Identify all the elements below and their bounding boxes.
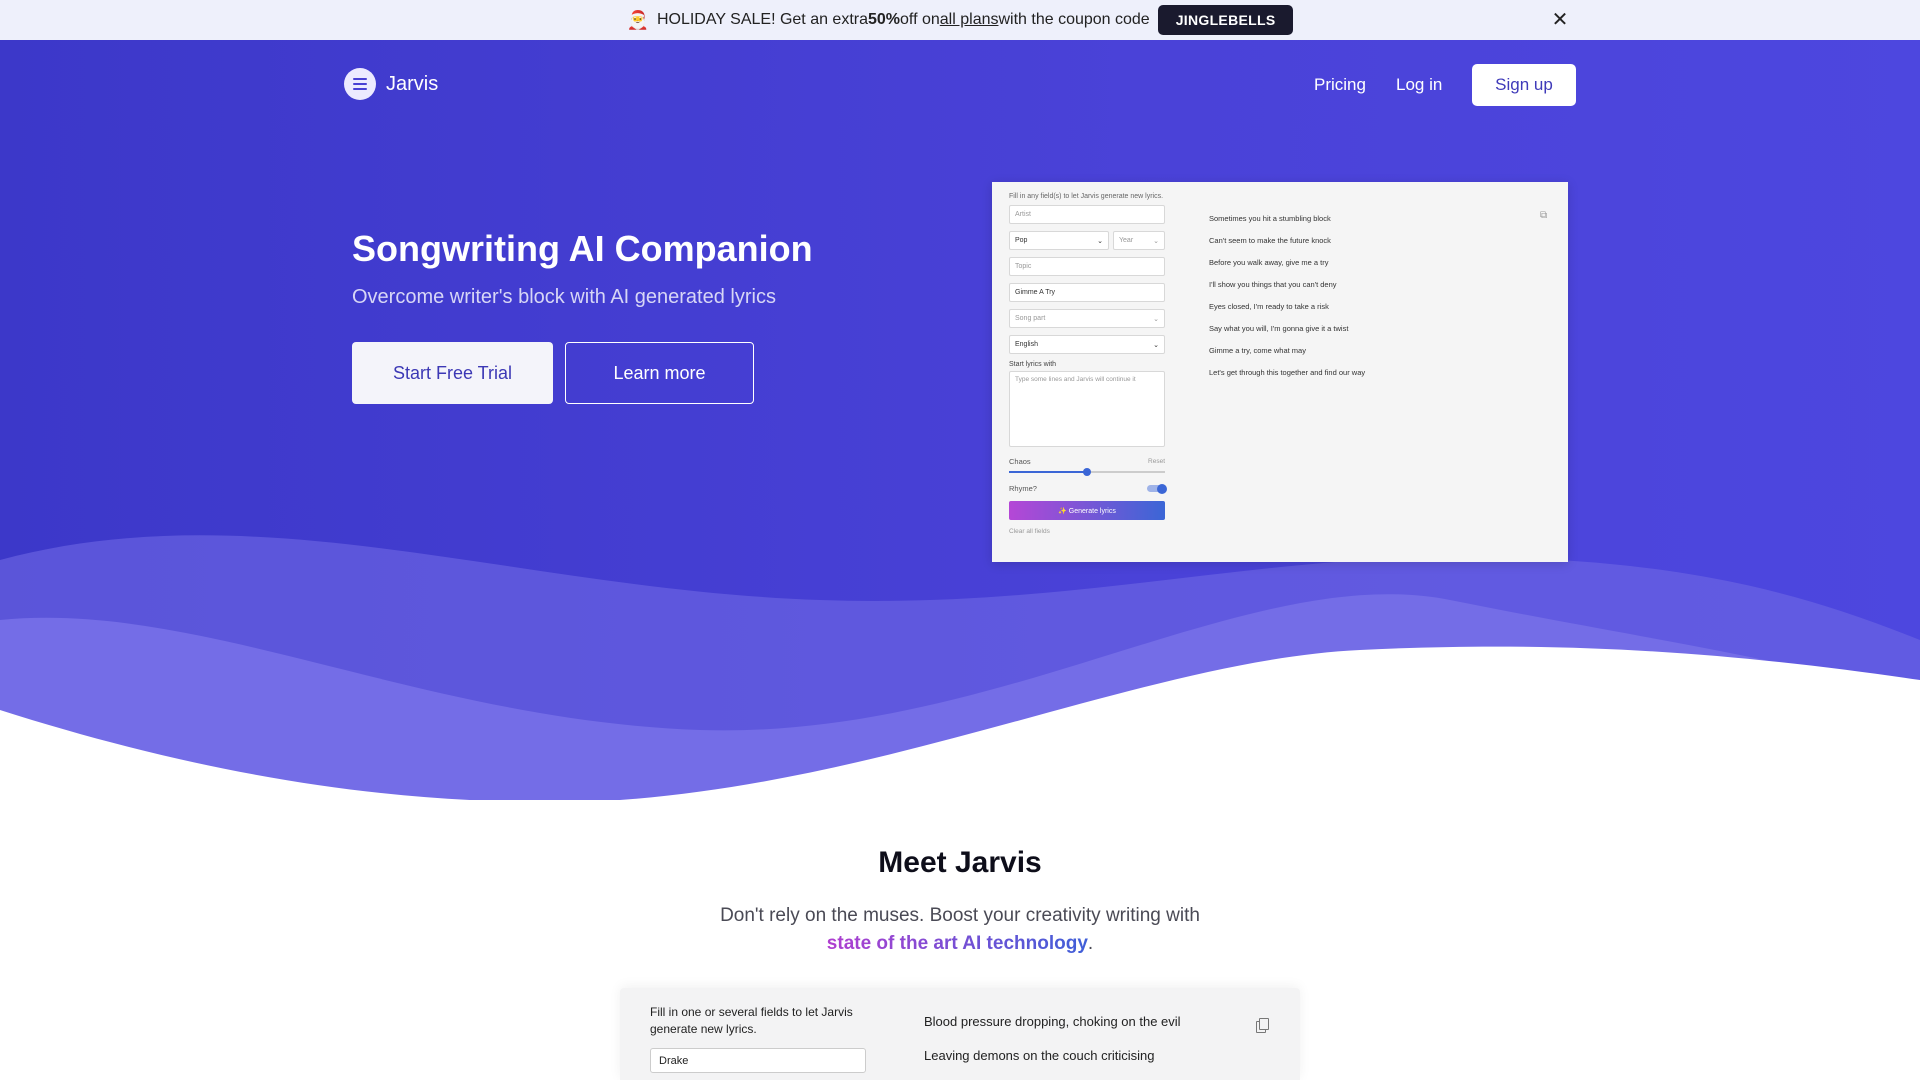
preview-reset-label: Reset bbox=[1148, 458, 1165, 465]
app-preview-screenshot: Fill in any field(s) to let Jarvis gener… bbox=[992, 182, 1568, 562]
preview-lyric-line: Eyes closed, I'm ready to take a risk bbox=[1209, 302, 1329, 311]
preview-rhyme-label: Rhyme? bbox=[1009, 484, 1037, 493]
preview-topic-placeholder: Topic bbox=[1015, 263, 1032, 270]
meet-period: . bbox=[1087, 933, 1094, 954]
preview-song-part-select: Song part ⌄ bbox=[1009, 309, 1165, 328]
preview-lyric-line: Say what you will, I'm gonna give it a t… bbox=[1209, 324, 1349, 333]
chevron-down-icon: ⌄ bbox=[1153, 341, 1159, 349]
preview-lyric-line: Before you walk away, give me a try bbox=[1209, 258, 1329, 267]
banner-text-after: with the coupon code bbox=[998, 11, 1150, 28]
meet-subtitle-text: Don't rely on the muses. Boost your crea… bbox=[720, 905, 1200, 926]
hero-subtitle: Overcome writer's block with AI generate… bbox=[352, 286, 776, 308]
chevron-down-icon: ⌄ bbox=[1153, 315, 1159, 323]
demo-artist-field[interactable]: Drake bbox=[650, 1048, 866, 1073]
meet-jarvis-subtitle: Don't rely on the muses. Boost your crea… bbox=[0, 902, 1920, 958]
preview-genre-year-row: Pop ⌄ Year ⌄ bbox=[1009, 231, 1165, 257]
preview-language-value: English bbox=[1015, 341, 1038, 348]
demo-intro: Fill in one or several fields to let Jar… bbox=[650, 1005, 853, 1036]
preview-genre-value: Pop bbox=[1015, 237, 1028, 244]
hero-wave-decoration bbox=[0, 535, 1920, 800]
learn-more-button[interactable]: Learn more bbox=[565, 342, 754, 404]
preview-intro: Fill in any field(s) to let Jarvis gener… bbox=[1009, 193, 1164, 200]
meet-highlight-text: state of the art AI technology bbox=[826, 933, 1088, 954]
demo-lyric-line: Leaving demons on the couch criticising bbox=[924, 1048, 1155, 1063]
preview-lyric-line: Let's get through this together and find… bbox=[1209, 368, 1366, 377]
preview-generate-button: ✨ Generate lyrics bbox=[1009, 501, 1165, 520]
slider-knob bbox=[1083, 468, 1091, 476]
brand-logo[interactable]: Jarvis bbox=[344, 68, 438, 100]
preview-start-lyrics-textarea: Type some lines and Jarvis will continue… bbox=[1009, 371, 1165, 447]
preview-rhyme-row: Rhyme? bbox=[1009, 483, 1167, 494]
preview-lyric-line: Gimme a try, come what may bbox=[1209, 346, 1306, 355]
banner-discount: 50% bbox=[868, 11, 901, 28]
all-plans-link[interactable]: all plans bbox=[940, 11, 999, 29]
preview-artist-field: Artist bbox=[1009, 205, 1165, 224]
hero-title: Songwriting AI Companion bbox=[352, 228, 813, 269]
close-banner-icon[interactable]: ✕ bbox=[1550, 8, 1570, 32]
preview-chaos-label: Chaos bbox=[1009, 457, 1031, 466]
preview-start-lyrics-label: Start lyrics with bbox=[1009, 361, 1057, 368]
brand-name: Jarvis bbox=[386, 72, 439, 95]
nav-login-link[interactable]: Log in bbox=[1396, 75, 1442, 95]
banner-text-mid: off on bbox=[900, 11, 940, 28]
preview-title-value: Gimme A Try bbox=[1015, 289, 1056, 296]
copy-icon[interactable] bbox=[1256, 1018, 1270, 1033]
preview-year-select: Year ⌄ bbox=[1113, 231, 1165, 250]
hamburger-logo-icon bbox=[344, 68, 376, 100]
preview-form: Fill in any field(s) to let Jarvis gener… bbox=[1009, 192, 1167, 535]
meet-jarvis-title: Meet Jarvis bbox=[878, 846, 1042, 879]
promo-banner: 🎅 HOLIDAY SALE! Get an extra 50% off on … bbox=[0, 0, 1920, 40]
preview-song-part-placeholder: Song part bbox=[1015, 315, 1046, 322]
chevron-down-icon: ⌄ bbox=[1097, 237, 1103, 245]
preview-lyric-line: Sometimes you hit a stumbling block bbox=[1209, 214, 1331, 223]
preview-clear-fields: Clear all fields bbox=[1009, 528, 1050, 535]
preview-title-field: Gimme A Try bbox=[1009, 283, 1165, 302]
preview-artist-placeholder: Artist bbox=[1015, 211, 1031, 218]
nav-pricing-link[interactable]: Pricing bbox=[1314, 75, 1366, 95]
demo-lyric-line: Blood pressure dropping, choking on the … bbox=[924, 1014, 1181, 1029]
preview-genre-select: Pop ⌄ bbox=[1009, 231, 1109, 250]
preview-topic-field: Topic bbox=[1009, 257, 1165, 276]
chevron-down-icon: ⌄ bbox=[1153, 237, 1159, 245]
signup-button[interactable]: Sign up bbox=[1472, 64, 1576, 106]
preview-lyric-line: Can't seem to make the future knock bbox=[1209, 236, 1331, 245]
preview-chaos-row: Chaos Reset bbox=[1009, 457, 1165, 466]
slider-fill bbox=[1009, 471, 1087, 473]
preview-chaos-slider bbox=[1009, 468, 1165, 476]
preview-language-select: English ⌄ bbox=[1009, 335, 1165, 354]
hero-section: Jarvis Pricing Log in Sign up Songwritin… bbox=[0, 40, 1920, 800]
preview-year-placeholder: Year bbox=[1119, 237, 1134, 244]
copy-icon: ⧉ bbox=[1540, 210, 1548, 221]
demo-panel: Fill in one or several fields to let Jar… bbox=[620, 988, 1300, 1080]
santa-emoji-icon: 🎅 bbox=[626, 9, 649, 30]
start-free-trial-button[interactable]: Start Free Trial bbox=[352, 342, 553, 404]
preview-lyric-line: I'll show you things that you can't deny bbox=[1209, 280, 1337, 289]
preview-lyrics-output: Sometimes you hit a stumbling block Can't… bbox=[1209, 214, 1365, 390]
preview-rhyme-toggle bbox=[1147, 483, 1167, 494]
banner-text-before: HOLIDAY SALE! Get an extra bbox=[656, 11, 868, 28]
coupon-code-badge[interactable]: JINGLEBELLS bbox=[1157, 5, 1294, 35]
